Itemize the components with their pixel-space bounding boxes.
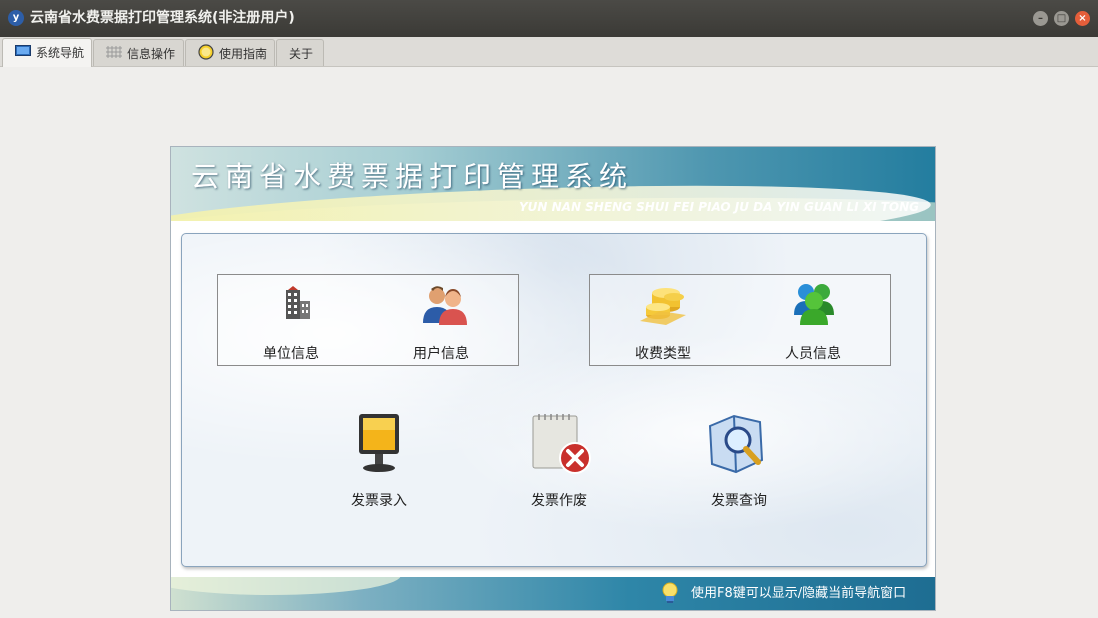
banner-subtitle: YUN NAN SHENG SHUI FEI PIAO JU DA YIN GU…: [518, 200, 919, 214]
invoice-void-button[interactable]: 发票作废: [504, 412, 614, 512]
fee-type-button[interactable]: 收费类型: [608, 279, 718, 363]
unit-info-button[interactable]: 单位信息: [236, 283, 346, 363]
users-icon: [423, 286, 467, 325]
config-group: 收费类型 人员信息: [589, 274, 891, 366]
building-icon: [286, 286, 310, 319]
staff-info-label: 人员信息: [785, 346, 841, 362]
invoice-void-label: 发票作废: [531, 493, 587, 509]
invoice-query-button[interactable]: 发票查询: [684, 412, 794, 512]
search-book-icon: [708, 414, 764, 474]
invoice-entry-label: 发票录入: [351, 493, 407, 509]
tab-info-operation[interactable]: 信息操作: [93, 39, 184, 66]
basic-info-group: 单位信息 用户信息: [217, 274, 519, 366]
monitor-icon: [15, 45, 31, 56]
banner: 云南省水费票据打印管理系统 YUN NAN SHENG SHUI FEI PIA…: [171, 147, 935, 221]
grid-icon: [106, 46, 122, 58]
footer-bar: 使用F8键可以显示/隐藏当前导航窗口: [171, 577, 935, 610]
monitor-screen-icon: [359, 414, 399, 472]
void-document-icon: [532, 414, 591, 474]
navigation-panel: 云南省水费票据打印管理系统 YUN NAN SHENG SHUI FEI PIA…: [170, 146, 936, 611]
tab-label: 使用指南: [219, 47, 268, 61]
tab-about[interactable]: 关于: [276, 39, 324, 66]
tab-label: 关于: [289, 47, 314, 61]
coins-icon: [640, 288, 686, 325]
user-info-button[interactable]: 用户信息: [386, 283, 496, 363]
navigation-content: 单位信息 用户信息 收费类型 人员信息 发票录入 发票作废 发票查询: [181, 233, 927, 567]
tab-label: 系统导航: [36, 46, 85, 60]
lightbulb-icon: [662, 582, 678, 603]
staff-icon: [794, 284, 834, 325]
tab-user-guide[interactable]: 使用指南: [185, 39, 275, 66]
tab-system-navigation[interactable]: 系统导航: [2, 38, 92, 67]
maximize-button[interactable]: □: [1054, 11, 1069, 26]
unit-info-label: 单位信息: [263, 346, 319, 362]
app-logo-icon: y: [8, 10, 24, 26]
close-button[interactable]: ×: [1075, 11, 1090, 26]
user-info-label: 用户信息: [413, 346, 469, 362]
staff-info-button[interactable]: 人员信息: [758, 279, 868, 363]
window-title: 云南省水费票据打印管理系统(非注册用户): [30, 10, 295, 26]
smiley-icon: [198, 44, 214, 60]
fee-type-label: 收费类型: [635, 346, 691, 362]
invoice-query-label: 发票查询: [711, 493, 767, 509]
footer-hint: 使用F8键可以显示/隐藏当前导航窗口: [691, 586, 907, 601]
window-titlebar: y 云南省水费票据打印管理系统(非注册用户) – □ ×: [0, 0, 1098, 37]
tab-label: 信息操作: [127, 47, 176, 61]
minimize-button[interactable]: –: [1033, 11, 1048, 26]
banner-title: 云南省水费票据打印管理系统: [191, 160, 634, 193]
tab-bar: 系统导航 信息操作 使用指南 关于: [0, 37, 1098, 67]
invoice-entry-button[interactable]: 发票录入: [324, 412, 434, 512]
